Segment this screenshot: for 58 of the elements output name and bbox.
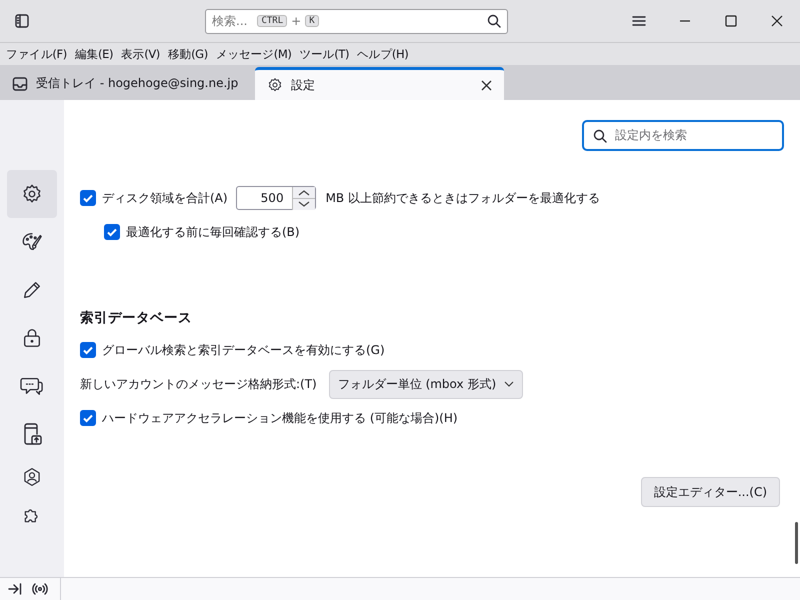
tab-label: 受信トレイ - hogehoge@sing.ne.jp [36,75,238,92]
check-icon [82,192,94,204]
gear-icon [21,183,43,205]
lock-icon [21,327,43,349]
menu-item[interactable]: 表示(V) [117,46,164,62]
checkbox[interactable] [80,410,96,426]
menu-item[interactable]: 編集(E) [70,46,118,62]
tab[interactable]: 受信トレイ - hogehoge@sing.ne.jp [0,67,243,100]
close-icon[interactable] [481,80,492,90]
tab[interactable]: 設定 [255,67,504,100]
config-editor-button[interactable]: 設定エディター...(C) [640,477,780,507]
chat-icon [20,375,44,397]
checkbox-label: 最適化する前に毎回確認する(B) [126,224,300,240]
checkbox-label: ディスク領域を合計(A) [102,190,228,206]
shortcut-key: K [305,15,319,27]
checkbox-label: グローバル検索と索引データベースを有効にする(G) [102,342,385,358]
check-icon [82,412,94,424]
search-icon [487,14,501,28]
spinner-icon[interactable] [292,186,315,210]
chevron-icon [504,381,514,387]
scrollbar[interactable] [795,522,798,564]
menu-item[interactable]: ヘルプ(H) [353,46,412,62]
number-value: 500 [260,191,285,205]
checkbox[interactable] [104,224,120,240]
checkbox[interactable] [80,342,96,358]
plus-sign: + [291,14,302,28]
minimize-icon[interactable] [679,20,691,22]
pencil-icon [21,279,43,301]
checkbox[interactable] [80,190,96,206]
menu-item[interactable]: ツール(T) [295,46,354,62]
collapse-arrow-icon[interactable] [8,583,22,595]
search-icon [593,128,607,142]
settings-search-field[interactable]: 設定内を検索 [582,120,784,151]
search-placeholder: 設定内を検索 [615,127,687,144]
dropdown[interactable]: フォルダー単位 (mbox 形式) [328,370,524,398]
checkbox-label: MB 以上節約できるときはフォルダーを最適化する [326,190,600,206]
section-heading: 索引データベース [80,309,193,328]
gear-icon [267,77,283,93]
number-field[interactable]: 500 [236,186,316,210]
palette-icon [21,231,43,253]
select-label: 新しいアカウントのメッセージ格納形式:(T) [80,376,317,392]
search-placeholder: 検索... [212,12,248,30]
menu-item[interactable]: ファイル(F) [2,46,71,62]
account-icon [22,467,42,487]
close-icon[interactable] [771,15,783,27]
check-icon [106,226,118,238]
maximize-icon[interactable] [725,15,737,27]
search-field[interactable]: 検索... CTRL + K [205,8,508,34]
checkbox-label: ハードウェアアクセラレーション機能を使用する (可能な場合)(H) [102,410,458,426]
tab-label: 設定 [291,76,315,94]
shortcut-key: CTRL [257,15,288,27]
inbox-icon [12,76,28,92]
menu-item[interactable]: 移動(G) [164,46,212,62]
check-icon [82,344,94,356]
menu-item[interactable]: メッセージ(M) [212,46,296,62]
menu-icon[interactable] [632,15,646,27]
category-button[interactable] [7,170,57,218]
signal-icon[interactable] [32,583,48,595]
